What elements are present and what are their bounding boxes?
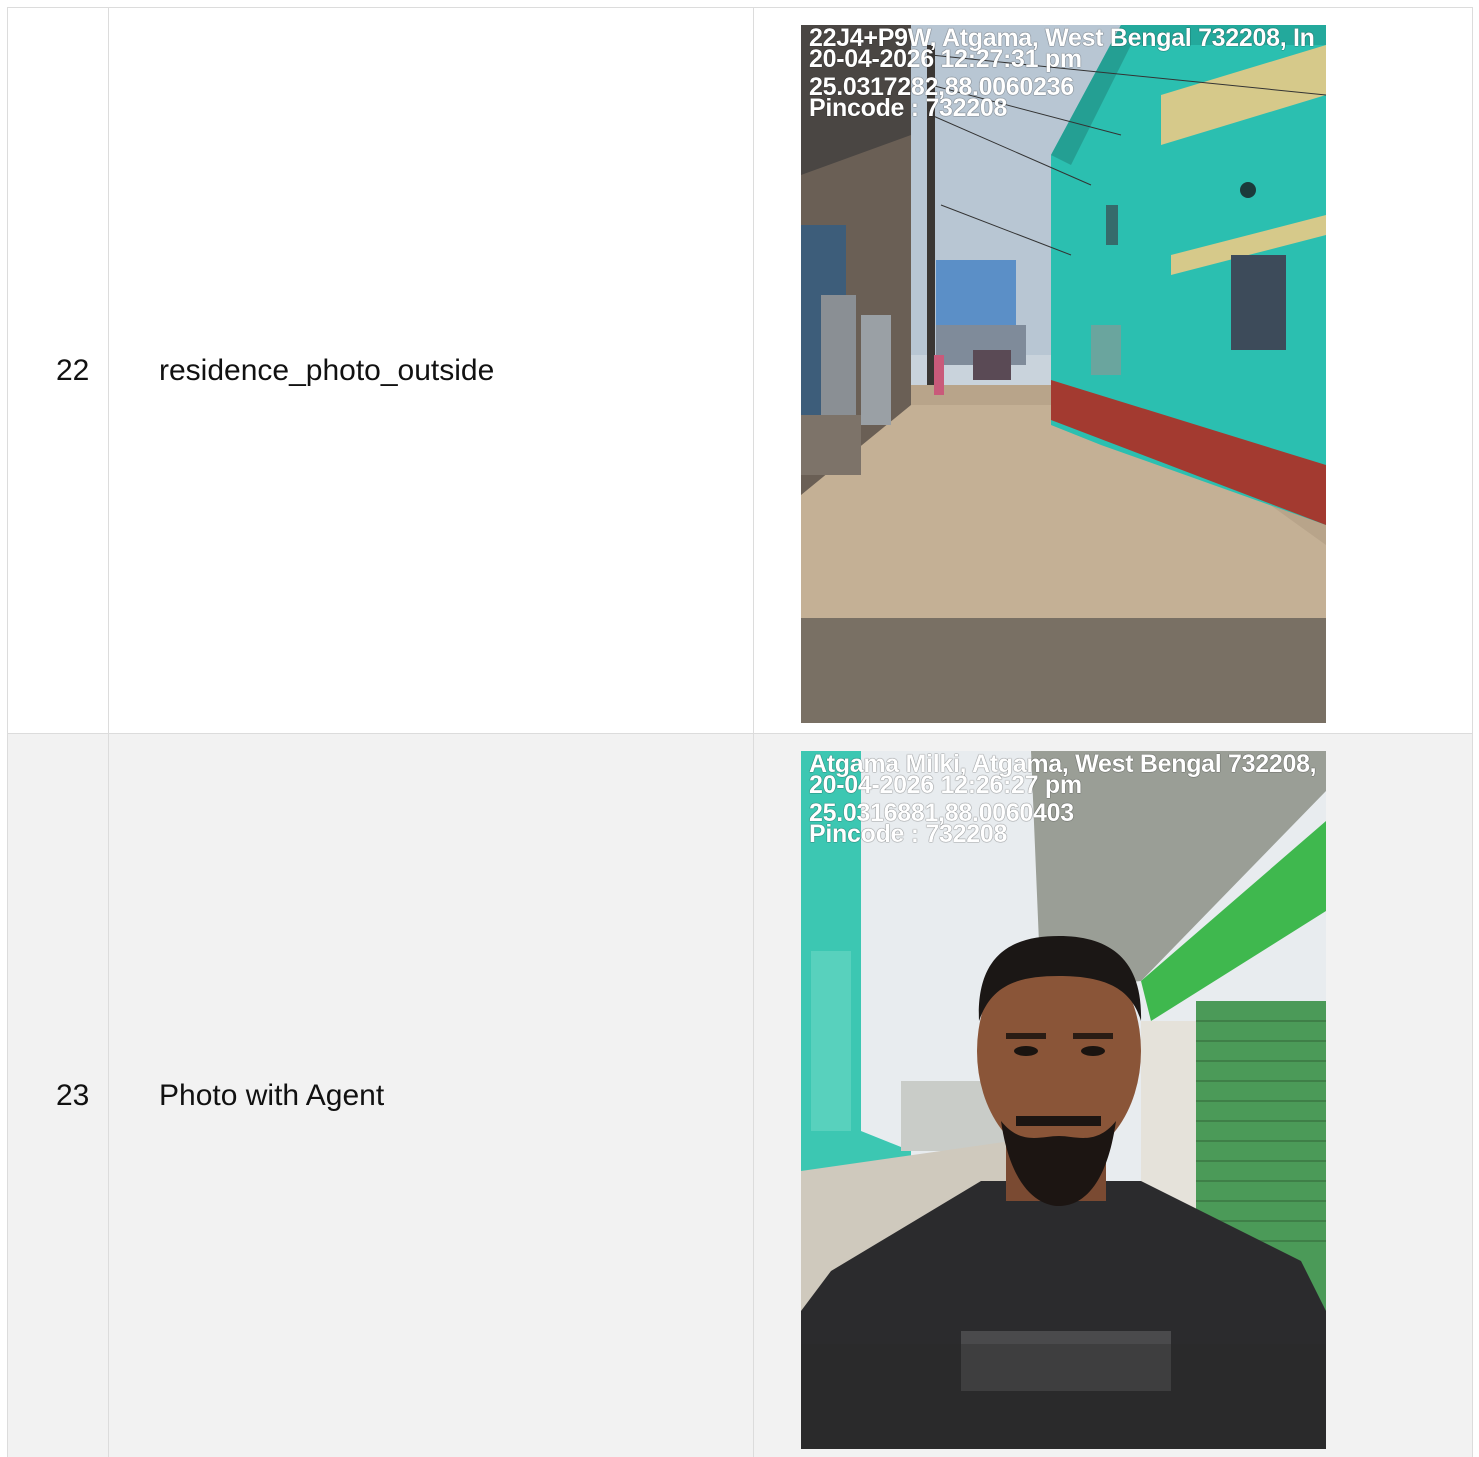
photo-caption-overlay <box>801 618 1326 723</box>
row-number-cell: 23 <box>8 734 109 1457</box>
agent-photo[interactable]: Atgama Milki, Atgama, West Bengal 732208… <box>801 751 1326 1449</box>
caption-pincode: Pincode : 732208 <box>809 820 1008 848</box>
field-name-cell: residence_photo_outside <box>109 8 754 733</box>
field-name-cell: Photo with Agent <box>109 734 754 1457</box>
caption-pincode: Pincode : 732208 <box>809 94 1008 122</box>
caption-datetime: 20-04-2026 12:26:27 pm <box>809 771 1082 799</box>
row-number: 23 <box>56 1078 90 1112</box>
table-row: 23 Photo with Agent Atgama Milki, Atgama… <box>7 733 1473 1457</box>
row-number-cell: 22 <box>8 8 109 733</box>
residence-photo[interactable]: 22J4+P9W, Atgama, West Bengal 732208, In… <box>801 25 1326 723</box>
photo-cell: 22J4+P9W, Atgama, West Bengal 732208, In… <box>754 8 1472 733</box>
row-number: 22 <box>56 353 90 387</box>
field-name: Photo with Agent <box>159 1078 385 1112</box>
table-row: 22 residence_photo_outside 22J4+P9W, Atg… <box>7 7 1473 733</box>
caption-datetime: 20-04-2026 12:27:31 pm <box>809 45 1082 73</box>
field-name: residence_photo_outside <box>159 353 495 387</box>
photo-caption-overlay <box>801 1344 1326 1449</box>
photo-cell: Atgama Milki, Atgama, West Bengal 732208… <box>754 734 1472 1457</box>
